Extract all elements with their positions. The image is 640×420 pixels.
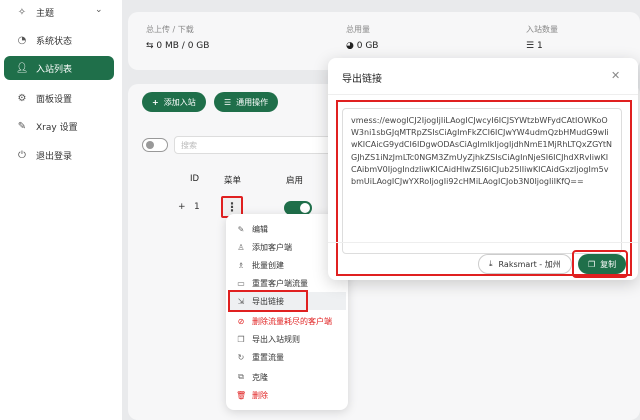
modal-title: 导出链接 [342, 74, 382, 85]
general-actions-button[interactable]: ☰ 通用操作 [214, 92, 279, 112]
column-header-menu: 菜单 [224, 176, 242, 186]
list-icon: ☰ [526, 41, 535, 51]
gear-icon: ⚙ [17, 92, 27, 104]
filter-toggle[interactable] [142, 138, 168, 152]
stat-value: 1 [536, 41, 543, 51]
search-placeholder: 搜索 [181, 140, 197, 150]
reload-icon: ↻ [237, 352, 245, 362]
close-icon[interactable]: ✕ [611, 69, 620, 82]
stat-value: 0 MB / 0 GB [156, 41, 210, 51]
chevron-down-icon[interactable]: ⌄ [95, 5, 103, 15]
menu-item-label: 重置流量 [252, 352, 284, 362]
sidebar-item-theme[interactable]: ✧ 主题 ⌄ [0, 0, 122, 24]
menu-item-delete-depleted-clients[interactable]: ⊘ 删除流量耗尽的客户端 [228, 312, 346, 330]
download-label: Raksmart - 加州 [498, 259, 561, 269]
stat-label: 总用量 [346, 25, 370, 34]
sidebar-item-label: 系统状态 [36, 36, 73, 47]
dashboard-icon: ◔ [17, 34, 27, 46]
column-header-id: ID [190, 174, 200, 184]
highlight-box-export [228, 290, 308, 312]
plus-icon: + [152, 97, 159, 107]
bulb-icon: ✧ [17, 6, 27, 18]
download-button[interactable]: ⤓ Raksmart - 加州 [478, 254, 572, 274]
modal-divider [328, 94, 638, 95]
user-add-icon: ♙ [237, 242, 245, 252]
edit-icon: ✎ [237, 224, 245, 234]
stat-value-row: ☰ 1 [526, 41, 558, 51]
menu-item-label: 批量创建 [252, 260, 284, 270]
menu-item-delete[interactable]: 🗑︎ 删除 [228, 386, 346, 404]
sidebar-item-label: Xray 设置 [36, 122, 78, 133]
expand-row-button[interactable]: + [178, 202, 186, 212]
sidebar-item-label: 入站列表 [36, 64, 73, 75]
general-actions-label: 通用操作 [236, 97, 269, 107]
stat-inbound-count: 入站数量 ☰ 1 [526, 24, 558, 51]
sidebar-item-label: 主题 [36, 8, 55, 19]
stat-label: 总上传 / 下载 [146, 25, 194, 34]
enable-toggle[interactable] [284, 201, 312, 215]
delete-icon: ⊘ [237, 316, 245, 326]
sidebar-item-label: 面板设置 [36, 94, 73, 105]
stat-value-row: ⇆ 0 MB / 0 GB [146, 41, 209, 51]
swap-icon: ⇆ [146, 41, 154, 51]
stat-value: 0 GB [356, 41, 379, 51]
add-inbound-label: 添加入站 [163, 97, 196, 107]
menu-icon: ☰ [224, 97, 232, 107]
download-icon: ⤓ [489, 259, 493, 268]
row-id: 1 [194, 202, 200, 212]
stat-traffic: 总上传 / 下载 ⇆ 0 MB / 0 GB [146, 24, 209, 51]
pie-chart-icon: ◕ [346, 41, 354, 51]
highlight-box-copy [572, 250, 628, 278]
menu-item-label: 重置客户端流量 [252, 278, 308, 288]
menu-item-label: 删除 [252, 390, 268, 400]
sidebar-item-inbound-list[interactable]: 👤︎ 入站列表 [4, 56, 114, 80]
modal-footer-divider [328, 242, 638, 243]
reset-icon: ▭ [237, 278, 245, 288]
stat-usage: 总用量 ◕ 0 GB [346, 24, 378, 51]
sidebar-item-logout[interactable]: ⏻ 退出登录 [0, 143, 122, 167]
menu-item-label: 删除流量耗尽的客户端 [252, 316, 332, 326]
logout-icon: ⏻ [18, 149, 26, 161]
trash-icon: 🗑︎ [236, 390, 247, 400]
wrench-icon: ✎ [17, 120, 27, 132]
copy-icon: ❐ [237, 334, 245, 344]
menu-item-label: 导出入站规则 [252, 334, 300, 344]
menu-item-export-inbound[interactable]: ❐ 导出入站规则 [228, 330, 346, 348]
add-inbound-button[interactable]: + 添加入站 [142, 92, 206, 112]
sidebar-item-label: 退出登录 [36, 151, 73, 162]
menu-item-label: 克隆 [252, 372, 268, 382]
stat-label: 入站数量 [526, 25, 558, 34]
sidebar: ✧ 主题 ⌄ ◔ 系统状态 👤︎ 入站列表 ⚙ 面板设置 ✎ Xray 设置 ⏻… [0, 0, 122, 420]
user-icon: 👤︎ [15, 62, 29, 74]
stat-value-row: ◕ 0 GB [346, 41, 378, 51]
sidebar-item-xray-settings[interactable]: ✎ Xray 设置 [0, 114, 122, 138]
sidebar-item-system-status[interactable]: ◔ 系统状态 [0, 28, 122, 52]
menu-item-label: 添加客户端 [252, 242, 292, 252]
clone-icon: ⧉ [238, 372, 244, 381]
users-icon: ♗ [237, 260, 245, 270]
export-links-modal: 导出链接 ✕ vmess://ewogICJ2IjogIjIiLAogICJwc… [328, 58, 638, 280]
more-vertical-icon: ⋮ [226, 200, 238, 214]
sidebar-item-panel-settings[interactable]: ⚙ 面板设置 [0, 86, 122, 110]
menu-item-clone[interactable]: ⧉ 克隆 [228, 368, 346, 386]
column-header-enable: 启用 [286, 176, 304, 186]
search-input[interactable]: 搜索 [174, 136, 334, 154]
menu-item-reset-traffic[interactable]: ↻ 重置流量 [228, 348, 346, 366]
menu-item-label: 编辑 [252, 224, 268, 234]
